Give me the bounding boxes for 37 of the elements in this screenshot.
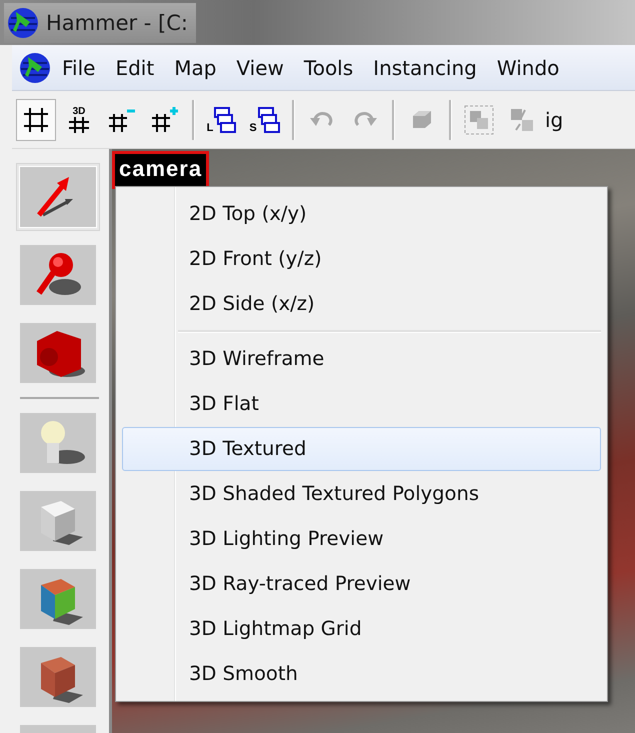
app-logo-icon [18,50,52,84]
tool-button[interactable] [16,163,100,231]
menu-option[interactable]: 3D Shaded Textured Polygons [122,472,601,516]
toolbar-button[interactable]: L [202,98,242,140]
stack-label: L [206,122,214,134]
menu-item[interactable]: Instancing [363,56,487,80]
grid-icon [69,116,89,132]
layers-icon [256,106,281,134]
grid-3d-label: 3D [72,106,86,116]
menu-option[interactable]: 3D Smooth [122,652,601,696]
menu-option[interactable]: 3D Ray-traced Preview [122,562,601,606]
window-title: Hammer - [C: [46,10,188,34]
toolbar-button[interactable]: S [245,98,285,140]
toolbar-button[interactable] [16,98,56,140]
menu-option[interactable]: 2D Side (x/z) [122,282,601,326]
layers-icon [213,106,238,134]
menu-option[interactable]: 3D Lighting Preview [122,517,601,561]
menu-item[interactable]: Tools [294,56,364,80]
stack-label: S [249,122,257,134]
menu-option[interactable]: 3D Wireframe [122,337,601,381]
grid-plus-icon [150,106,180,134]
menu-option[interactable]: 3D Flat [122,382,601,426]
menu-option[interactable]: 3D Lightmap Grid [122,607,601,651]
menu-option[interactable]: 3D Textured [122,427,601,471]
toolbar-button[interactable]: 3D [59,98,99,140]
toolbar-text: ig [545,108,564,132]
app-logo-icon [6,6,40,40]
menu-item[interactable]: Edit [105,56,164,80]
menu-item[interactable]: View [226,56,294,80]
menu-item[interactable]: Windo [486,56,570,80]
menu-item[interactable]: Map [164,56,226,80]
grid-icon [22,106,50,134]
menu-option[interactable]: 2D Top (x/y) [122,192,601,236]
menu-option[interactable]: 2D Front (y/z) [122,237,601,281]
group-icon [464,104,494,134]
view-type-label[interactable]: camera [112,151,210,189]
menu-item[interactable]: File [52,56,106,80]
